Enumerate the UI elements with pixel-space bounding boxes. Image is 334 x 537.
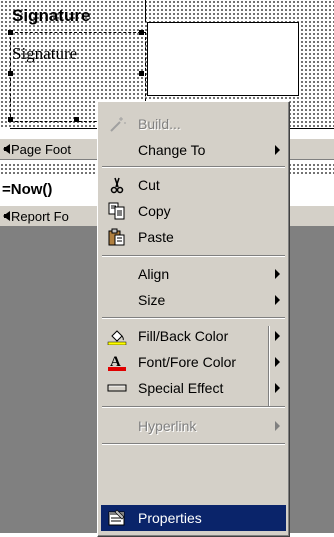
resize-handle[interactable]: [139, 71, 144, 76]
submenu-arrow-icon: [275, 421, 280, 431]
menu-separator: [102, 406, 285, 408]
resize-handle[interactable]: [8, 71, 13, 76]
resize-handle[interactable]: [8, 117, 13, 122]
menu-item-cut[interactable]: Cut: [101, 172, 286, 198]
submenu-arrow-icon: [275, 331, 280, 341]
paste-icon: [108, 228, 125, 246]
signature-textbox[interactable]: [147, 22, 299, 96]
menu-item-label: Size: [138, 292, 166, 308]
build-wand-icon: [110, 117, 126, 132]
menu-separator: [102, 255, 285, 257]
resize-handle[interactable]: [8, 30, 13, 35]
signature-label[interactable]: Signature: [12, 6, 142, 28]
submenu-arrow-icon: [275, 145, 280, 155]
now-textbox[interactable]: =Now(): [0, 178, 100, 202]
now-expression: =Now(): [2, 181, 53, 198]
menu-item-label: Paste: [138, 229, 174, 245]
menu-item-fill-back-color[interactable]: Fill/Back Color: [101, 323, 286, 349]
resize-handle[interactable]: [139, 30, 144, 35]
menu-separator: [102, 166, 285, 168]
menu-separator: [102, 317, 285, 319]
resize-handle[interactable]: [74, 117, 79, 122]
menu-item-label: Properties: [138, 510, 202, 526]
menu-item-align[interactable]: Align: [101, 261, 286, 287]
menu-item-label: Hyperlink: [138, 418, 197, 434]
menu-item-label: Special Effect: [138, 380, 224, 396]
menu-item-properties[interactable]: Properties: [101, 505, 286, 531]
scissors-icon: [110, 177, 124, 194]
menu-item-build[interactable]: Build...: [101, 111, 286, 137]
properties-icon: [108, 509, 125, 526]
menu-item-label: Font/Fore Color: [138, 354, 237, 370]
section-arrow-icon: [3, 211, 10, 221]
submenu-arrow-icon: [275, 295, 280, 305]
page-footer-label: Page Foot: [11, 142, 71, 157]
font-color-icon: A: [108, 354, 126, 371]
menu-item-label: Build...: [138, 116, 181, 132]
menu-item-special-effect[interactable]: Special Effect: [101, 375, 286, 401]
menu-item-label: Fill/Back Color: [138, 328, 229, 344]
menu-item-copy[interactable]: Copy: [101, 198, 286, 224]
report-footer-label: Report Fo: [11, 209, 69, 224]
menu-item-label: Copy: [138, 203, 171, 219]
submenu-arrow-icon: [275, 357, 280, 367]
menu-item-font-fore-color[interactable]: A Font/Fore Color: [101, 349, 286, 375]
copy-icon: [108, 202, 125, 220]
menu-item-hyperlink[interactable]: Hyperlink: [101, 413, 286, 439]
section-arrow-icon: [3, 144, 10, 154]
menu-item-label: Cut: [138, 177, 160, 193]
menu-separator: [102, 443, 285, 445]
special-effect-icon: [107, 384, 127, 392]
menu-item-label: Change To: [138, 142, 206, 158]
control-border: [145, 0, 146, 22]
menu-item-change-to[interactable]: Change To: [101, 137, 286, 163]
paint-bucket-icon: [107, 330, 127, 345]
signature-field[interactable]: Signature: [12, 44, 142, 70]
menu-item-size[interactable]: Size: [101, 287, 286, 313]
menu-item-paste[interactable]: Paste: [101, 224, 286, 250]
submenu-arrow-icon: [275, 383, 280, 393]
context-menu: Build... Change To Cut Copy Paste Align …: [97, 101, 290, 537]
submenu-arrow-icon: [275, 269, 280, 279]
menu-item-label: Align: [138, 266, 170, 282]
